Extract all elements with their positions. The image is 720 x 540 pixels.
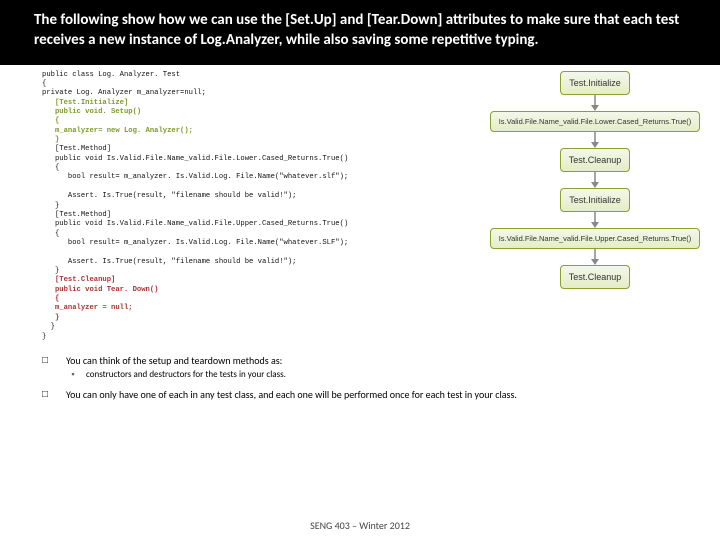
diagram-box-test: Is.Valid.File.Name_valid.File.Lower.Case… (490, 111, 700, 132)
bullet-text: You can only have one of each in any tes… (66, 388, 517, 402)
bullet-square-icon: ▪ (70, 369, 76, 381)
code-column: public class Log. Analyzer. Test { priva… (0, 65, 470, 342)
content-row: public class Log. Analyzer. Test { priva… (0, 65, 720, 342)
sub-bullet-text: constructors and destructors for the tes… (86, 369, 286, 381)
diagram-box-cleanup: Test.Cleanup (560, 148, 631, 172)
diagram-box-cleanup: Test.Cleanup (560, 265, 631, 289)
bullet-notes: □ You can think of the setup and teardow… (0, 342, 720, 401)
arrow-down-icon (588, 132, 602, 148)
code-block: public class Log. Analyzer. Test { priva… (42, 71, 470, 342)
footer-text: SENG 403 – Winter 2012 (0, 519, 720, 532)
arrow-down-icon (588, 212, 602, 228)
list-item: □ You can only have one of each in any t… (42, 388, 700, 402)
flow-diagram: Test.Initialize Is.Valid.File.Name_valid… (470, 71, 720, 289)
bullet-text: You can think of the setup and teardown … (66, 354, 282, 368)
bullet-box-icon: □ (42, 388, 52, 402)
diagram-box-init: Test.Initialize (560, 71, 630, 95)
diagram-column: Test.Initialize Is.Valid.File.Name_valid… (470, 65, 720, 342)
cleanup-attr: [Test.Cleanup] (55, 276, 115, 284)
arrow-down-icon (588, 249, 602, 265)
arrow-down-icon (588, 95, 602, 111)
diagram-box-test: Is.Valid.File.Name_valid.File.Upper.Case… (490, 228, 700, 249)
title-text: The following show how we can use the [S… (34, 11, 679, 49)
init-attr: [Test.Initialize] (55, 99, 128, 107)
sub-list-item: ▪ constructors and destructors for the t… (42, 369, 700, 381)
diagram-box-init: Test.Initialize (560, 188, 630, 212)
bullet-box-icon: □ (42, 354, 52, 368)
list-item: □ You can think of the setup and teardow… (42, 354, 700, 368)
arrow-down-icon (588, 172, 602, 188)
page-title: The following show how we can use the [S… (0, 0, 720, 65)
